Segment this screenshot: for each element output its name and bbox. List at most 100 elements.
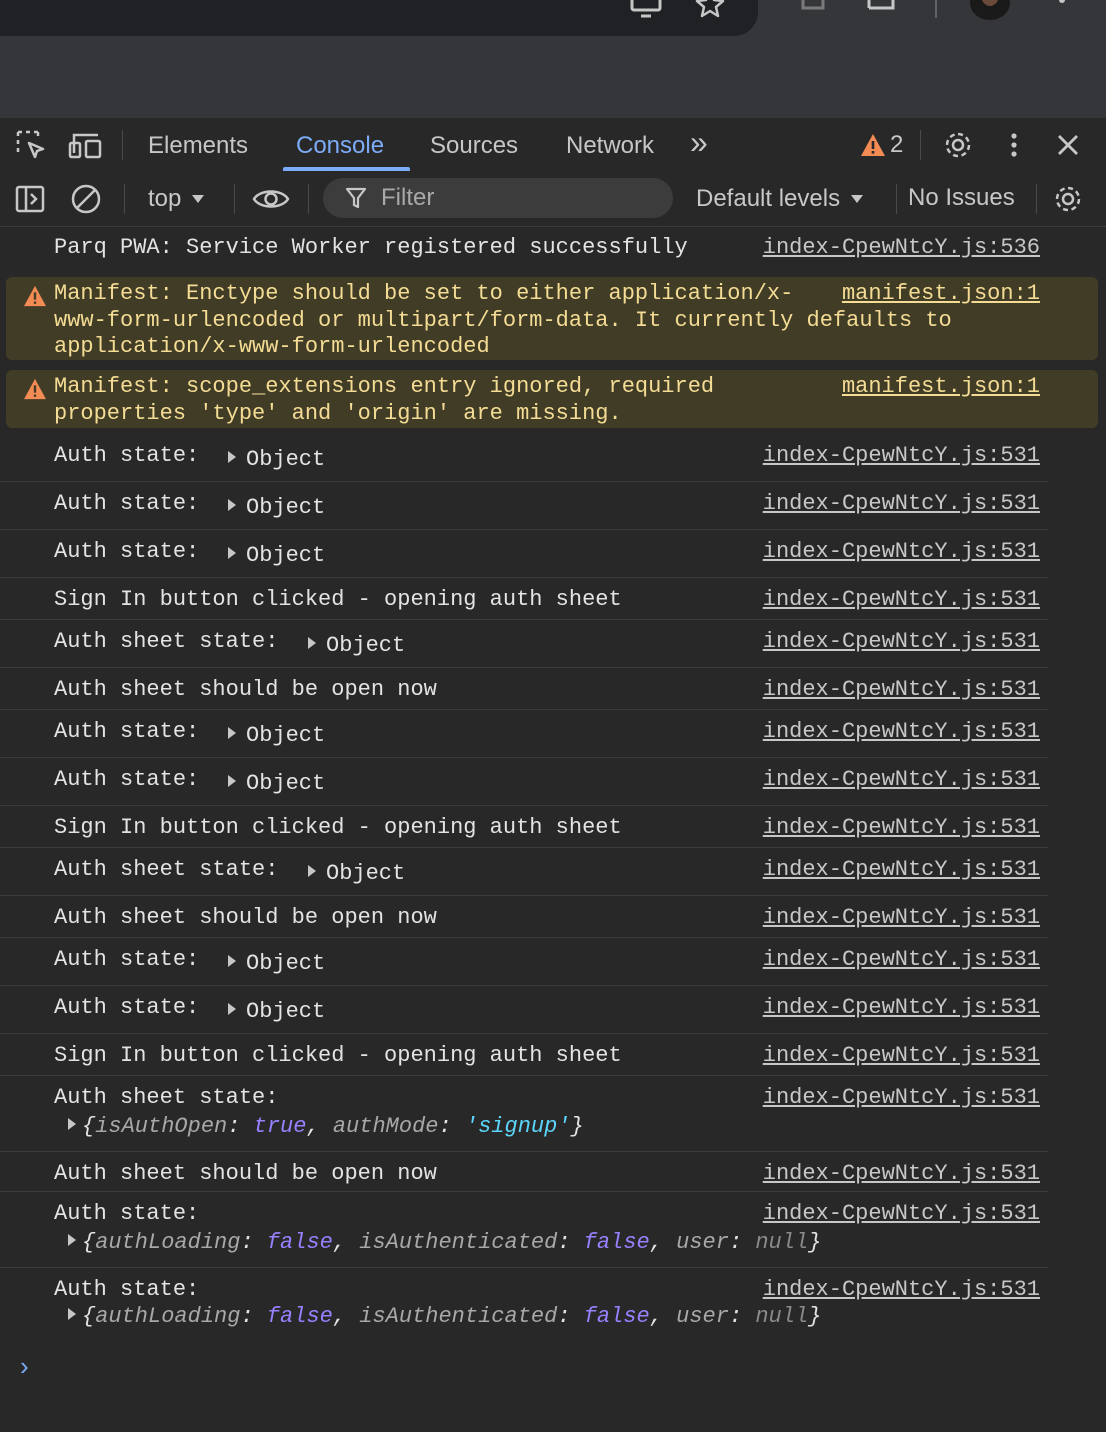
source-link[interactable]: index-CpewNtcY.js:531 [763,1085,1040,1110]
message-text: Sign In button clicked - opening auth sh… [54,1043,622,1068]
source-link[interactable]: index-CpewNtcY.js:531 [763,1043,1040,1068]
object-preview[interactable]: Object [228,723,325,748]
console-warning: Manifest: scope_extensions entry ignored… [6,370,1098,428]
bookmark-star-icon[interactable] [694,0,726,20]
issues-button[interactable]: No Issues [908,184,1015,214]
dropdown-arrow-icon [192,195,205,203]
console-message: Parq PWA: Service Worker registered succ… [0,227,1048,275]
dropdown-arrow-icon [851,195,864,203]
tab-elements[interactable]: Elements [148,130,248,162]
source-link[interactable]: index-CpewNtcY.js:531 [763,815,1040,840]
console-message: Auth sheet should be open now index-Cpew… [0,897,1048,938]
warning-text: Manifest: Enctype should be set to eithe… [54,281,952,359]
source-link[interactable]: index-CpewNtcY.js:536 [763,235,1040,260]
log-levels-dropdown[interactable]: Default levels [696,184,864,214]
toolbar-separator [234,184,235,214]
source-link[interactable]: manifest.json:1 [842,281,1040,306]
source-link[interactable]: index-CpewNtcY.js:531 [763,719,1040,744]
inspect-element-icon[interactable] [14,128,48,162]
source-link[interactable]: index-CpewNtcY.js:531 [763,1201,1040,1226]
console-settings-gear-icon[interactable] [1050,182,1086,216]
extension-icon[interactable] [798,0,828,20]
source-link[interactable]: index-CpewNtcY.js:531 [763,767,1040,792]
close-devtools-icon[interactable] [1054,128,1082,162]
toolbar-separator [308,184,309,214]
devtools-tab-bar: Elements Console Sources Network » [0,118,1106,173]
console-message: Auth sheet should be open now index-Cpew… [0,669,1048,710]
object-preview[interactable]: Object [308,633,405,658]
message-text: Auth sheet state: [54,629,279,654]
object-preview[interactable]: Object [228,951,325,976]
profile-avatar[interactable] [970,0,1010,20]
tab-console[interactable]: Console [296,130,384,162]
toolbar-separator [935,0,937,18]
source-link[interactable]: index-CpewNtcY.js:531 [763,1161,1040,1186]
message-text: Auth sheet should be open now [54,1161,437,1186]
object-preview[interactable]: Object [228,999,325,1024]
chrome-menu-icon[interactable] [1050,0,1074,20]
console-message: Auth state: Object index-CpewNtcY.js:531 [0,435,1048,482]
console-message: Sign In button clicked - opening auth sh… [0,1035,1048,1076]
clear-console-icon[interactable] [70,182,102,216]
filter-input[interactable] [379,183,653,213]
source-link[interactable]: index-CpewNtcY.js:531 [763,1277,1040,1302]
message-text: Auth state: [54,1277,200,1302]
object-preview[interactable]: Object [308,861,405,886]
message-text: Auth state: [54,947,200,972]
device-toolbar-icon[interactable] [68,128,104,162]
source-link[interactable]: index-CpewNtcY.js:531 [763,539,1040,564]
tab-network[interactable]: Network [566,130,654,162]
warning-triangle-icon [24,378,46,400]
context-selector[interactable]: top [148,184,205,214]
source-link[interactable]: index-CpewNtcY.js:531 [763,629,1040,654]
warnings-counter[interactable]: 2 [860,126,903,164]
source-link[interactable]: index-CpewNtcY.js:531 [763,677,1040,702]
show-sidebar-icon[interactable] [14,182,46,216]
console-message: Auth state: Object index-CpewNtcY.js:531 [0,759,1048,806]
context-value: top [148,185,182,212]
message-text: Auth state: [54,491,200,516]
object-preview[interactable]: Object [228,447,325,472]
live-expression-eye-icon[interactable] [252,182,290,216]
console-toolbar: top Default levels No Issues [0,172,1106,227]
console-message: Auth sheet state: Object index-CpewNtcY.… [0,849,1048,896]
message-text: Auth state: [54,995,200,1020]
object-preview[interactable]: {authLoading: false, isAuthenticated: fa… [68,1230,821,1255]
filter-field[interactable] [323,178,673,218]
object-preview[interactable]: Object [228,495,325,520]
log-levels-label: Default levels [696,185,841,212]
devtools-menu-icon[interactable] [1004,128,1024,162]
console-message: Auth sheet state: index-CpewNtcY.js:531 … [0,1077,1048,1152]
more-tabs-icon[interactable]: » [690,126,708,158]
browser-toolbar [0,0,1106,118]
console-prompt[interactable]: › [20,1351,29,1382]
source-link[interactable]: index-CpewNtcY.js:531 [763,443,1040,468]
source-link[interactable]: index-CpewNtcY.js:531 [763,491,1040,516]
source-link[interactable]: index-CpewNtcY.js:531 [763,587,1040,612]
message-text: Auth state: [54,767,200,792]
warning-text: Manifest: scope_extensions entry ignored… [54,374,715,426]
puzzle-extensions-icon[interactable] [864,0,898,20]
console-message: Auth state: index-CpewNtcY.js:531 {authL… [0,1269,1048,1339]
source-link[interactable]: index-CpewNtcY.js:531 [763,905,1040,930]
source-link[interactable]: index-CpewNtcY.js:531 [763,947,1040,972]
message-text: Auth sheet should be open now [54,905,437,930]
object-preview[interactable]: Object [228,771,325,796]
console-warning: Manifest: Enctype should be set to eithe… [6,277,1098,360]
tab-sources[interactable]: Sources [430,130,518,162]
warning-triangle-icon [861,134,885,156]
source-link[interactable]: manifest.json:1 [842,374,1040,399]
source-link[interactable]: index-CpewNtcY.js:531 [763,995,1040,1020]
install-app-icon[interactable] [628,0,664,20]
console-message: Auth state: Object index-CpewNtcY.js:531 [0,531,1048,578]
console-message: Sign In button clicked - opening auth sh… [0,579,1048,620]
message-text: Auth sheet state: [54,857,279,882]
console-message: Auth state: Object index-CpewNtcY.js:531 [0,711,1048,758]
settings-gear-icon[interactable] [940,128,976,162]
object-preview[interactable]: {authLoading: false, isAuthenticated: fa… [68,1304,821,1329]
console-output: Parq PWA: Service Worker registered succ… [0,227,1106,1432]
object-preview[interactable]: {isAuthOpen: true, authMode: 'signup'} [68,1114,584,1139]
source-link[interactable]: index-CpewNtcY.js:531 [763,857,1040,882]
object-preview[interactable]: Object [228,543,325,568]
message-text: Auth sheet should be open now [54,677,437,702]
